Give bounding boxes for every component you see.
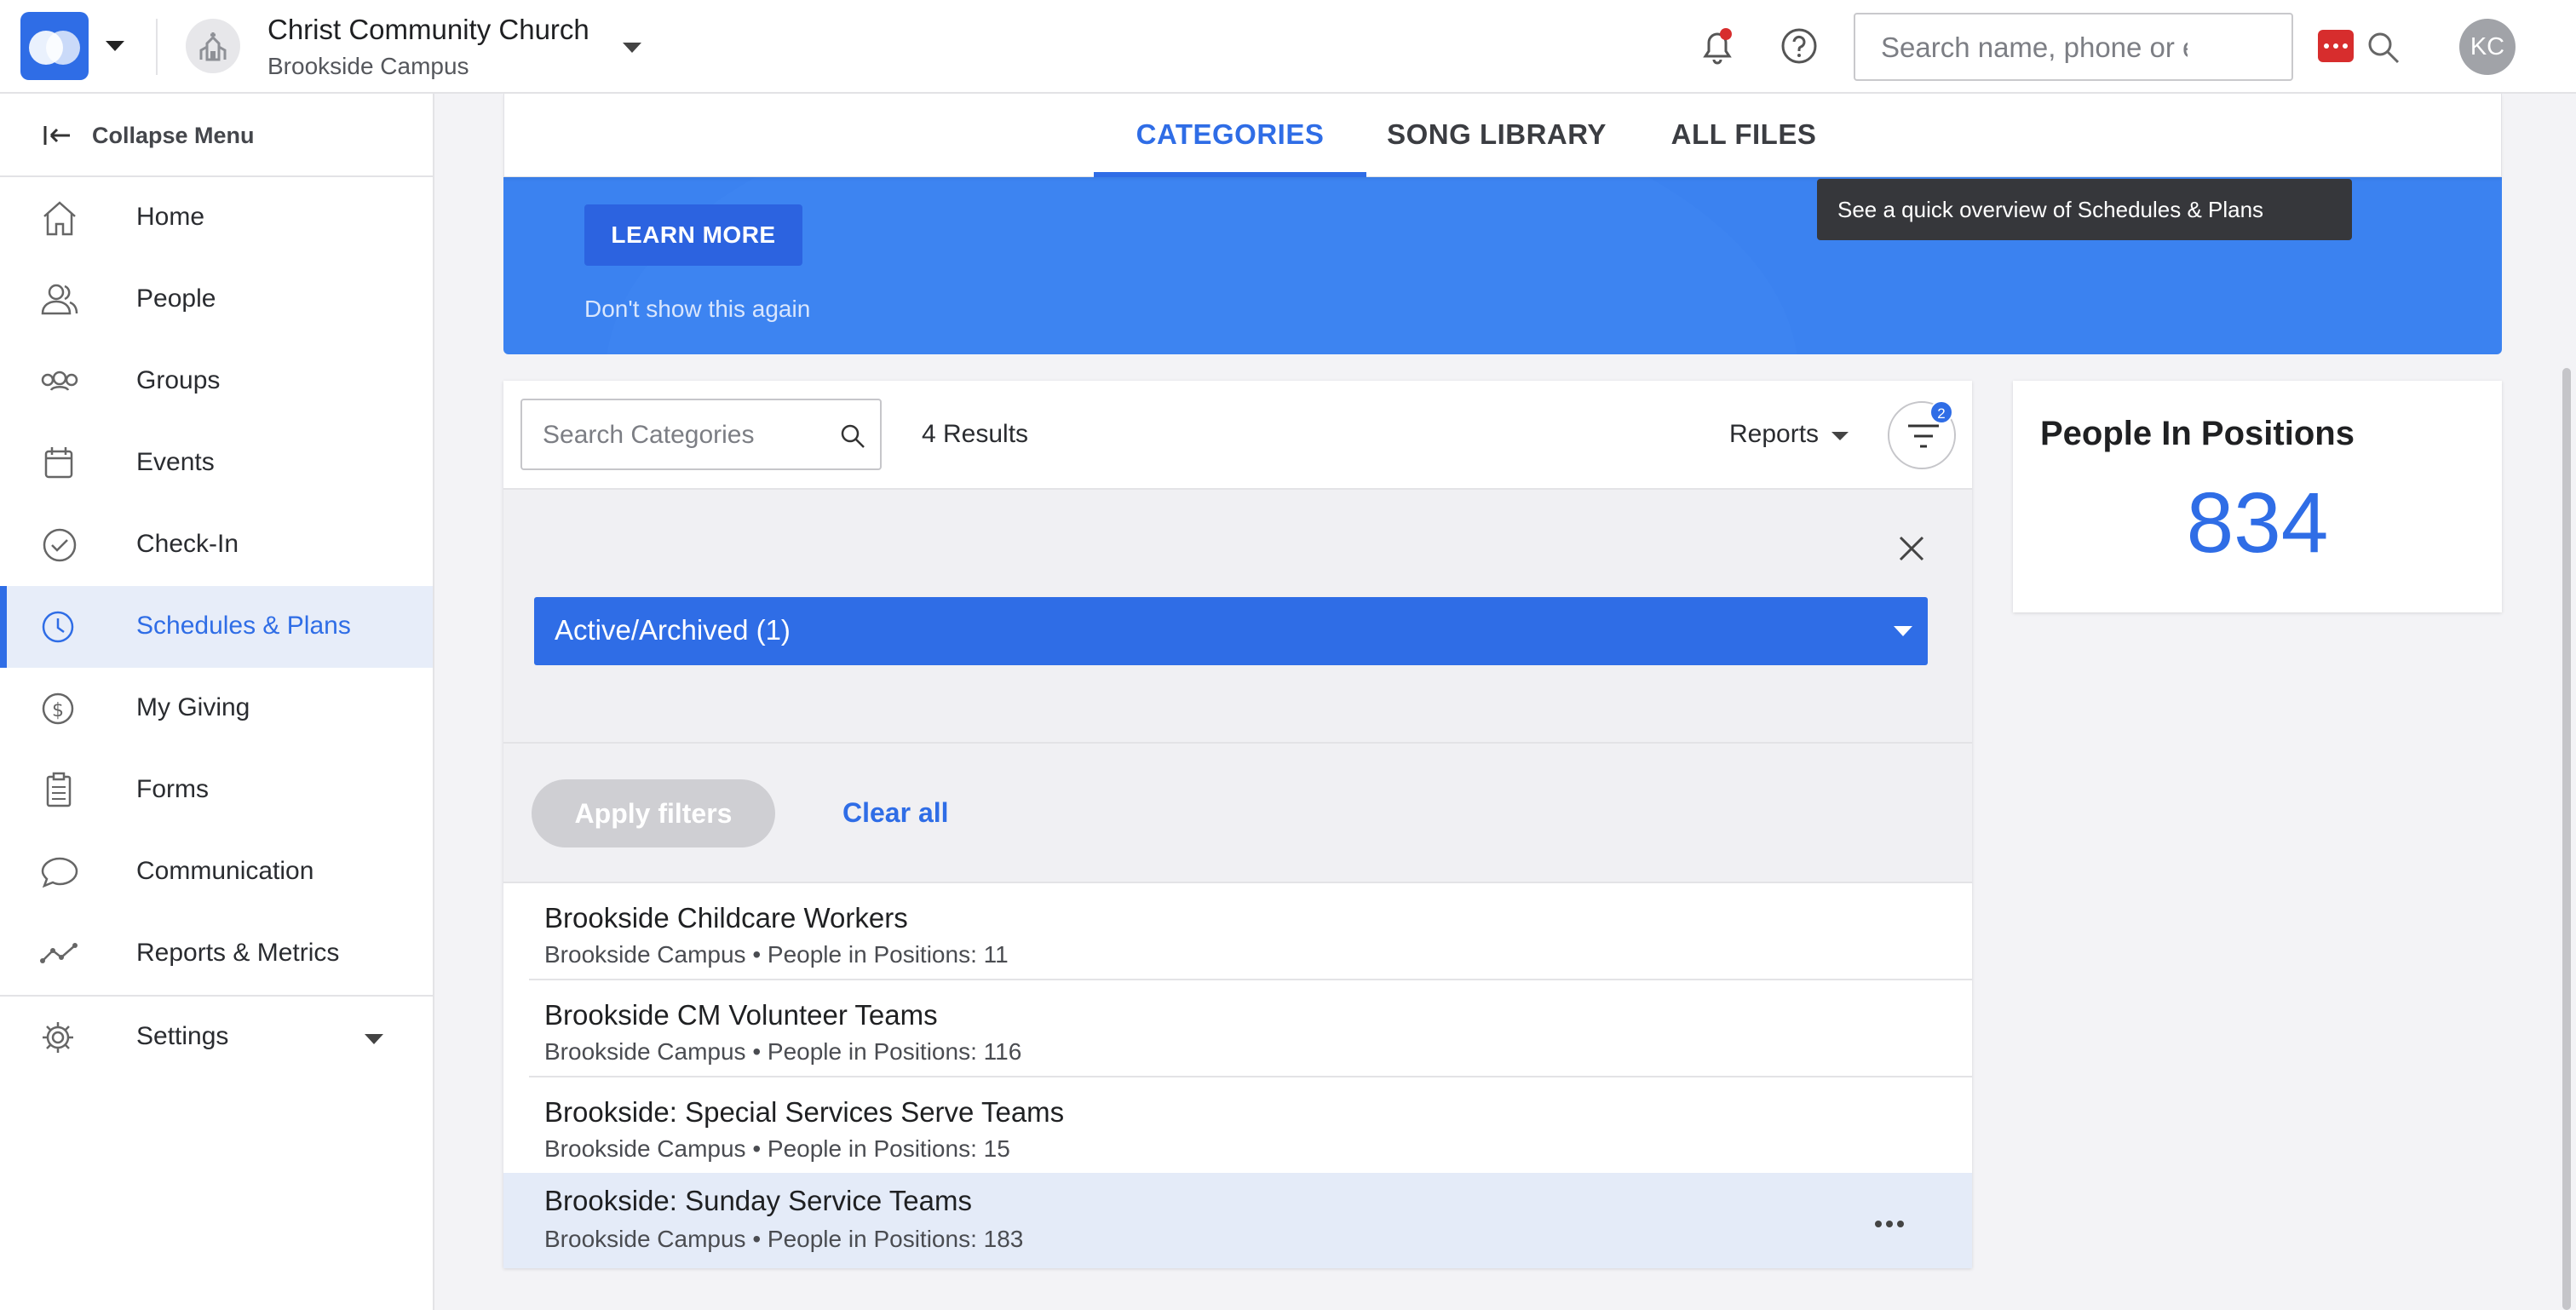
collapse-icon — [43, 126, 70, 145]
results-count: 4 Results — [922, 420, 1029, 448]
tab-all-files[interactable]: ALL FILES — [1629, 94, 1859, 177]
category-title: Brookside Childcare Workers — [544, 902, 908, 934]
app-switcher-caret-icon[interactable] — [106, 41, 124, 51]
sidebar-item-label: Schedules & Plans — [136, 612, 351, 640]
categories-card: 4 Results Reports 2 Active/Archived (1) … — [503, 381, 1972, 1268]
tab-categories[interactable]: CATEGORIES — [1094, 94, 1366, 177]
filter-icon — [1908, 424, 1939, 448]
global-search-box[interactable] — [1854, 13, 2293, 81]
help-icon[interactable] — [1780, 27, 1818, 65]
dollar-icon: $ — [42, 692, 74, 725]
people-icon — [41, 284, 78, 315]
people-in-positions-card: People In Positions 834 — [2013, 381, 2502, 612]
sidebar-item-communication[interactable]: Communication — [0, 831, 433, 913]
app-logo[interactable] — [20, 12, 89, 80]
church-switcher-caret-icon[interactable] — [623, 43, 641, 53]
svg-text:$: $ — [52, 700, 64, 721]
gear-icon — [43, 1022, 73, 1053]
chevron-down-icon — [365, 1034, 383, 1044]
campus-name[interactable]: Brookside Campus — [267, 53, 469, 80]
people-in-positions-value[interactable]: 834 — [2013, 474, 2502, 572]
sidebar-item-check-in[interactable]: Check-In — [0, 504, 433, 586]
sidebar-item-home[interactable]: Home — [0, 177, 433, 259]
home-icon — [43, 201, 76, 236]
list-item[interactable]: Brookside Childcare Workers Brookside Ca… — [503, 883, 1972, 980]
notification-bell-icon[interactable] — [1699, 26, 1736, 66]
sidebar-item-groups[interactable]: Groups — [0, 341, 433, 422]
sidebar-item-settings[interactable]: Settings — [0, 997, 433, 1078]
sidebar-item-my-giving[interactable]: $ My Giving — [0, 668, 433, 750]
user-avatar[interactable]: KC — [2459, 19, 2516, 75]
metrics-icon — [40, 943, 78, 963]
groups-icon — [41, 371, 78, 391]
learn-more-button[interactable]: LEARN MORE — [584, 204, 802, 266]
divider — [156, 19, 158, 75]
divider — [503, 742, 1972, 744]
password-manager-icon[interactable] — [2318, 30, 2354, 62]
category-subtitle: Brookside Campus • People in Positions: … — [544, 1038, 1022, 1065]
global-search-input[interactable] — [1881, 32, 2188, 64]
chevron-down-icon[interactable] — [1831, 432, 1849, 440]
clock-icon — [42, 611, 74, 643]
sidebar-item-events[interactable]: Events — [0, 422, 433, 504]
check-circle-icon — [43, 528, 77, 562]
list-item[interactable]: Brookside: Special Services Serve Teams … — [503, 1077, 1972, 1175]
category-subtitle: Brookside Campus • People in Positions: … — [544, 1226, 1024, 1252]
sidebar: Collapse Menu Home People Groups Events … — [0, 94, 434, 1310]
people-in-positions-title: People In Positions — [2040, 415, 2355, 452]
category-title: Brookside: Special Services Serve Teams — [544, 1096, 1065, 1128]
collapse-menu-button[interactable]: Collapse Menu — [0, 94, 433, 177]
sidebar-item-label: Reports & Metrics — [136, 939, 340, 967]
church-avatar[interactable] — [186, 19, 240, 73]
sidebar-item-label: Forms — [136, 775, 209, 803]
clipboard-icon — [46, 772, 72, 807]
chevron-down-icon — [1894, 626, 1912, 636]
filter-count-badge: 2 — [1929, 400, 1953, 424]
sidebar-item-people[interactable]: People — [0, 259, 433, 341]
sidebar-item-label: Communication — [136, 857, 314, 885]
category-subtitle: Brookside Campus • People in Positions: … — [544, 941, 1009, 968]
church-icon — [199, 32, 227, 61]
sidebar-item-label: Settings — [136, 1022, 229, 1050]
church-name[interactable]: Christ Community Church — [267, 14, 589, 46]
tab-song-library[interactable]: SONG LIBRARY — [1373, 94, 1620, 177]
filter-panel: Active/Archived (1) Apply filters Clear … — [503, 488, 1972, 883]
sidebar-item-label: Home — [136, 203, 205, 231]
sidebar-item-label: Groups — [136, 366, 221, 394]
page-scrollbar[interactable] — [2562, 368, 2571, 1310]
sidebar-item-label: Events — [136, 448, 215, 476]
apply-filters-button[interactable]: Apply filters — [532, 779, 775, 847]
category-title: Brookside: Sunday Service Teams — [544, 1185, 972, 1216]
category-subtitle: Brookside Campus • People in Positions: … — [544, 1135, 1010, 1162]
category-search-input[interactable] — [543, 419, 815, 451]
close-icon[interactable] — [1897, 534, 1926, 563]
overview-tooltip: See a quick overview of Schedules & Plan… — [1817, 179, 2352, 240]
collapse-menu-label: Collapse Menu — [92, 123, 255, 148]
category-search-box[interactable] — [520, 399, 882, 470]
sidebar-item-schedules-plans[interactable]: Schedules & Plans — [0, 586, 433, 668]
active-archived-filter[interactable]: Active/Archived (1) — [534, 597, 1928, 665]
reports-dropdown[interactable]: Reports — [1729, 420, 1819, 449]
search-icon[interactable] — [839, 422, 866, 450]
tab-bar: CATEGORIES SONG LIBRARY ALL FILES — [503, 94, 2502, 177]
active-archived-label: Active/Archived (1) — [555, 614, 791, 646]
dont-show-again-link[interactable]: Don't show this again — [584, 296, 810, 323]
category-title: Brookside CM Volunteer Teams — [544, 999, 938, 1031]
top-bar: Christ Community Church Brookside Campus… — [0, 0, 2576, 94]
sidebar-item-label: Check-In — [136, 530, 239, 558]
sidebar-item-forms[interactable]: Forms — [0, 750, 433, 831]
sidebar-item-label: People — [136, 284, 216, 313]
calendar-icon — [44, 447, 73, 479]
search-icon[interactable] — [2366, 31, 2401, 65]
list-item[interactable]: Brookside: Sunday Service Teams Brooksid… — [503, 1173, 1972, 1268]
sidebar-item-label: My Giving — [136, 693, 250, 721]
sidebar-item-reports-metrics[interactable]: Reports & Metrics — [0, 913, 433, 995]
chat-icon — [41, 857, 78, 888]
clear-all-button[interactable]: Clear all — [842, 797, 949, 829]
list-item[interactable]: Brookside CM Volunteer Teams Brookside C… — [503, 980, 1972, 1077]
